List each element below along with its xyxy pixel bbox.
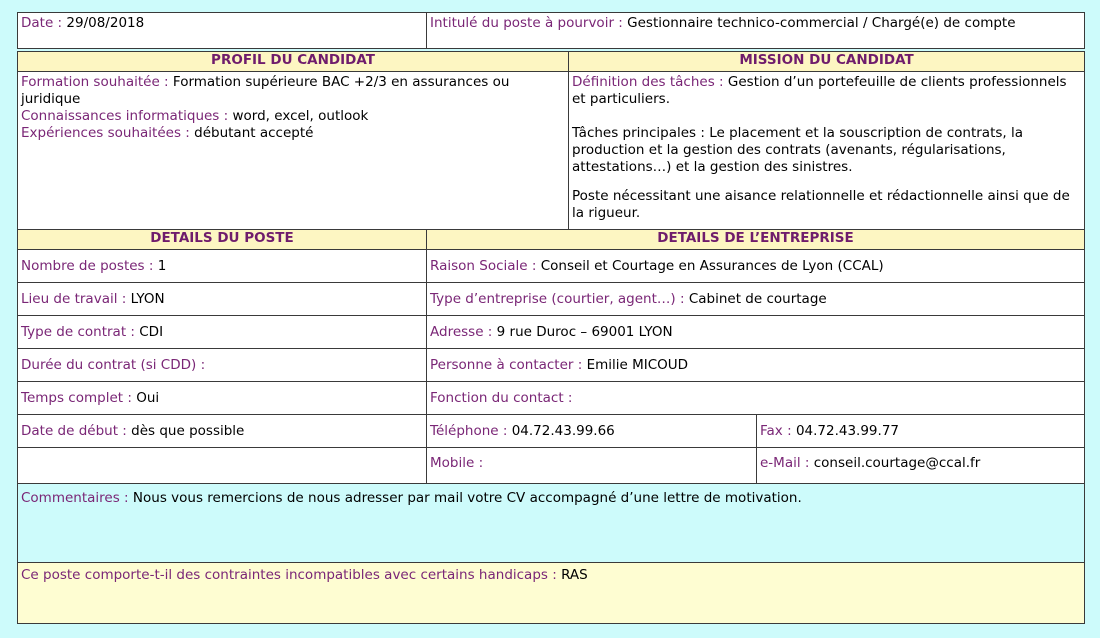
email-cell: e-Mail : conseil.courtage@ccal.fr	[756, 447, 1085, 484]
experiences-label: Expériences souhaitées :	[21, 125, 190, 141]
mobile-label: Mobile :	[430, 455, 484, 471]
raison-label: Raison Sociale :	[430, 258, 537, 274]
profil-body: Formation souhaitée : Formation supérieu…	[17, 71, 569, 230]
adresse-label: Adresse :	[430, 324, 493, 340]
handicap-value: RAS	[561, 567, 588, 583]
informatique-line: Connaissances informatiques : word, exce…	[21, 108, 565, 125]
debut-value: dès que possible	[131, 423, 245, 439]
date-cell: Date : 29/08/2018	[17, 12, 427, 49]
date-label: Date :	[21, 15, 63, 31]
poste-label: Intitulé du poste à pourvoir :	[430, 15, 623, 31]
formation-line: Formation souhaitée : Formation supérieu…	[21, 74, 565, 108]
temps-cell: Temps complet : Oui	[17, 381, 427, 415]
poste-value: Gestionnaire technico-commercial / Charg…	[627, 15, 1016, 31]
informatique-label: Connaissances informatiques :	[21, 108, 229, 124]
type-contrat-value: CDI	[139, 324, 164, 340]
informatique-value: word, excel, outlook	[232, 108, 369, 124]
fax-label: Fax :	[760, 423, 792, 439]
fonction-cell: Fonction du contact :	[426, 381, 1085, 415]
fonction-label: Fonction du contact :	[430, 390, 573, 406]
empty-poste-cell	[17, 447, 427, 484]
telephone-label: Téléphone :	[430, 423, 508, 439]
personne-label: Personne à contacter :	[430, 357, 583, 373]
poste-requirements-text: Poste nécessitant une aisance relationne…	[572, 188, 1070, 221]
definition-line: Définition des tâches : Gestion d’un por…	[572, 74, 1070, 108]
fax-value: 04.72.43.99.77	[795, 423, 899, 439]
commentaires-value: Nous vous remercions de nous adresser pa…	[132, 490, 802, 506]
definition-label: Définition des tâches :	[572, 74, 724, 90]
lieu-label: Lieu de travail :	[21, 291, 127, 307]
raison-cell: Raison Sociale : Conseil et Courtage en …	[426, 249, 1085, 283]
type-contrat-cell: Type de contrat : CDI	[17, 315, 427, 349]
raison-value: Conseil et Courtage en Assurances de Lyo…	[540, 258, 884, 274]
nombre-value: 1	[157, 258, 167, 274]
adresse-cell: Adresse : 9 rue Duroc – 69001 LYON	[426, 315, 1085, 349]
taches-text: Tâches principales : Le placement et la …	[572, 125, 1023, 175]
job-offer-form: Date : 29/08/2018 Intitulé du poste à po…	[0, 0, 1100, 638]
mission-body: Définition des tâches : Gestion d’un por…	[568, 71, 1085, 230]
telephone-cell: Téléphone : 04.72.43.99.66	[426, 414, 757, 448]
date-value: 29/08/2018	[66, 15, 145, 31]
debut-cell: Date de début : dès que possible	[17, 414, 427, 448]
type-entreprise-cell: Type d’entreprise (courtier, agent…) : C…	[426, 282, 1085, 316]
details-entreprise-header: DETAILS DE L’ENTREPRISE	[426, 229, 1085, 250]
nombre-postes-cell: Nombre de postes : 1	[17, 249, 427, 283]
duree-cell: Durée du contrat (si CDD) :	[17, 348, 427, 382]
details-poste-header: DETAILS DU POSTE	[17, 229, 427, 250]
experiences-line: Expériences souhaitées : débutant accept…	[21, 125, 565, 142]
formation-label: Formation souhaitée :	[21, 74, 169, 90]
profil-header: PROFIL DU CANDIDAT	[17, 51, 569, 72]
debut-label: Date de début :	[21, 423, 127, 439]
duree-label: Durée du contrat (si CDD) :	[21, 357, 206, 373]
experiences-value: débutant accepté	[194, 125, 314, 141]
lieu-cell: Lieu de travail : LYON	[17, 282, 427, 316]
email-label: e-Mail :	[760, 455, 810, 471]
adresse-value: 9 rue Duroc – 69001 LYON	[496, 324, 673, 340]
poste-cell: Intitulé du poste à pourvoir : Gestionna…	[426, 12, 1085, 49]
type-entreprise-value: Cabinet de courtage	[688, 291, 827, 307]
personne-value: Emilie MICOUD	[586, 357, 689, 373]
personne-cell: Personne à contacter : Emilie MICOUD	[426, 348, 1085, 382]
commentaires-cell: Commentaires : Nous vous remercions de n…	[17, 483, 1085, 563]
handicap-cell: Ce poste comporte-t-il des contraintes i…	[17, 562, 1085, 624]
temps-label: Temps complet :	[21, 390, 132, 406]
handicap-label: Ce poste comporte-t-il des contraintes i…	[21, 567, 557, 583]
commentaires-label: Commentaires :	[21, 490, 129, 506]
temps-value: Oui	[136, 390, 160, 406]
fax-cell: Fax : 04.72.43.99.77	[756, 414, 1085, 448]
type-contrat-label: Type de contrat :	[21, 324, 135, 340]
mission-header: MISSION DU CANDIDAT	[568, 51, 1085, 72]
telephone-value: 04.72.43.99.66	[511, 423, 615, 439]
nombre-label: Nombre de postes :	[21, 258, 154, 274]
email-value: conseil.courtage@ccal.fr	[813, 455, 981, 471]
type-entreprise-label: Type d’entreprise (courtier, agent…) :	[430, 291, 685, 307]
lieu-value: LYON	[130, 291, 165, 307]
mobile-cell: Mobile :	[426, 447, 757, 484]
